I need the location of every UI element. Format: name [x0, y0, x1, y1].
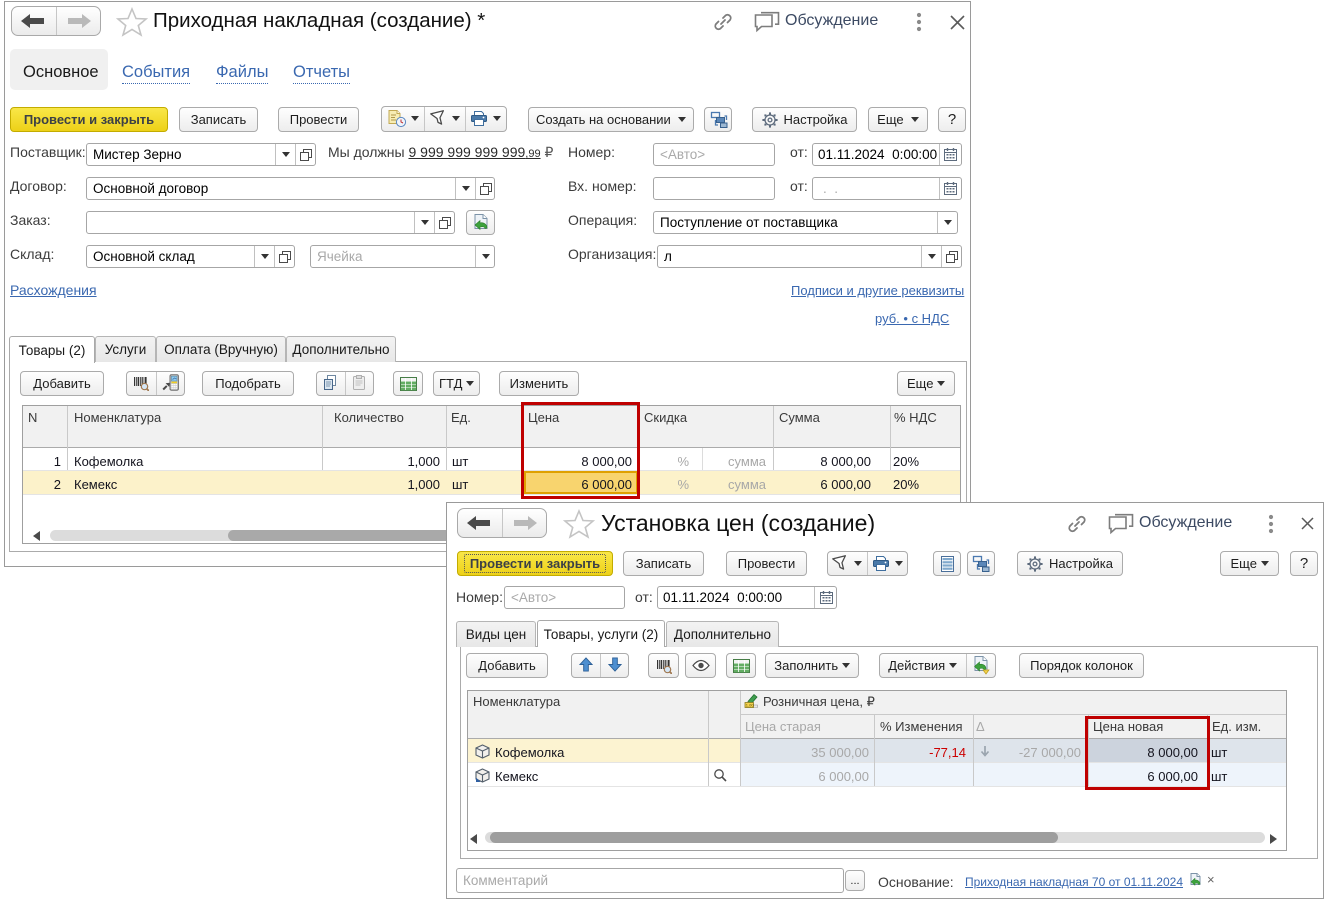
svg-text:1.00: 1.00 [746, 703, 755, 708]
